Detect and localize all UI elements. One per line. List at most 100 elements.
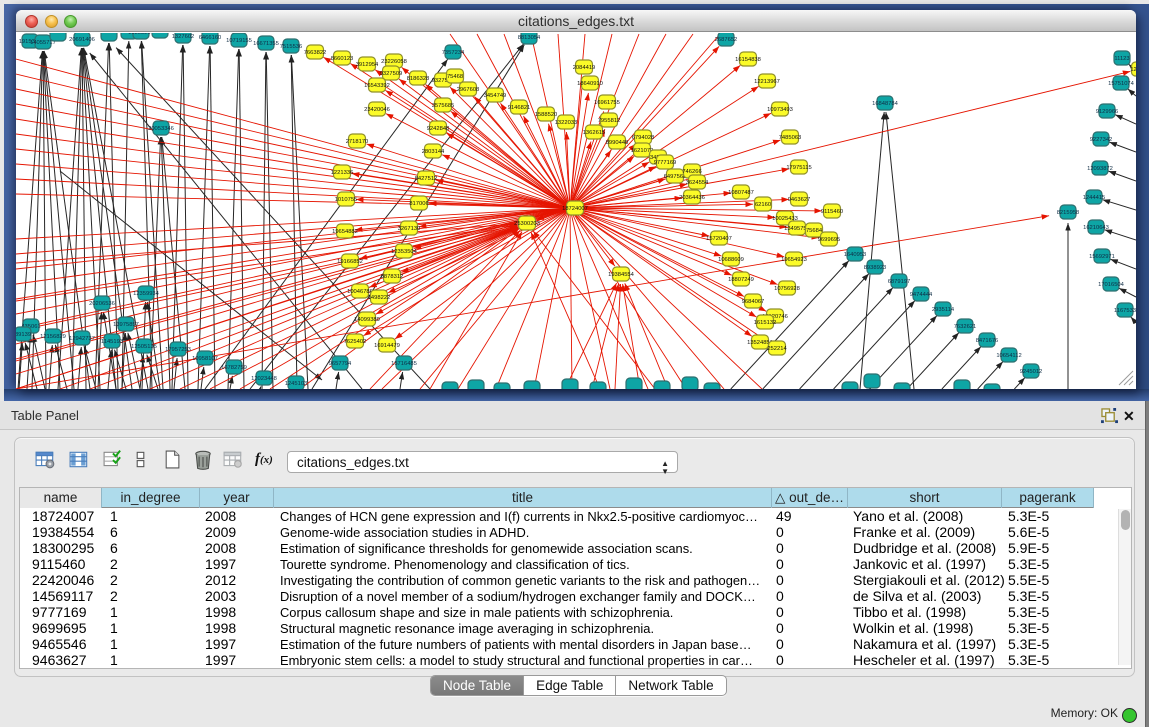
svg-text:9227342: 9227342 bbox=[1090, 137, 1113, 143]
svg-text:8215958: 8215958 bbox=[1057, 210, 1080, 216]
svg-text:7357234: 7357234 bbox=[442, 50, 465, 56]
svg-text:10973493: 10973493 bbox=[767, 107, 793, 113]
svg-text:19384554: 19384554 bbox=[608, 272, 635, 278]
svg-text:9657794: 9657794 bbox=[329, 361, 352, 367]
svg-text:12156829: 12156829 bbox=[40, 334, 66, 340]
svg-text:9129966: 9129966 bbox=[1096, 109, 1119, 115]
svg-text:2718170: 2718170 bbox=[346, 139, 369, 145]
svg-text:15751074: 15751074 bbox=[1108, 81, 1135, 87]
svg-text:9146821: 9146821 bbox=[508, 105, 531, 111]
svg-text:15692971: 15692971 bbox=[1089, 254, 1115, 260]
svg-text:11123: 11123 bbox=[1114, 56, 1129, 62]
svg-text:1167533: 1167533 bbox=[1114, 308, 1136, 314]
svg-text:15720407: 15720407 bbox=[706, 236, 732, 242]
svg-text:25300203: 25300203 bbox=[514, 221, 540, 227]
svg-text:8990448: 8990448 bbox=[606, 140, 629, 146]
svg-text:1640953: 1640953 bbox=[844, 252, 867, 258]
svg-text:16848784: 16848784 bbox=[872, 101, 899, 107]
svg-text:7632621: 7632621 bbox=[954, 324, 977, 330]
svg-text:10756928: 10756928 bbox=[774, 286, 800, 292]
svg-text:6466160: 6466160 bbox=[199, 35, 222, 41]
svg-text:9327509: 9327509 bbox=[380, 71, 403, 77]
svg-text:16961755: 16961755 bbox=[594, 100, 620, 106]
svg-text:9115460: 9115460 bbox=[821, 209, 843, 215]
svg-text:10853267: 10853267 bbox=[128, 33, 154, 36]
svg-text:1245103: 1245103 bbox=[285, 381, 308, 387]
svg-text:19654923: 19654923 bbox=[781, 257, 807, 263]
svg-text:16543392: 16543392 bbox=[364, 83, 390, 89]
svg-text:1327602: 1327602 bbox=[172, 34, 195, 40]
svg-text:17957253: 17957253 bbox=[165, 347, 191, 353]
svg-text:18807249: 18807249 bbox=[728, 277, 754, 283]
svg-text:39139: 39139 bbox=[16, 332, 31, 338]
svg-text:20053346: 20053346 bbox=[148, 126, 174, 132]
svg-text:10807487: 10807487 bbox=[728, 190, 754, 196]
svg-text:9242848: 9242848 bbox=[427, 126, 450, 132]
svg-text:7515536: 7515536 bbox=[280, 44, 303, 50]
svg-text:3267130: 3267130 bbox=[398, 226, 421, 232]
svg-text:3454749: 3454749 bbox=[484, 93, 507, 99]
svg-text:16671355: 16671355 bbox=[253, 41, 279, 47]
svg-text:9245012: 9245012 bbox=[1020, 369, 1043, 375]
svg-text:8186328: 8186328 bbox=[407, 76, 430, 82]
svg-text:17016504: 17016504 bbox=[1098, 282, 1125, 288]
svg-text:20691406: 20691406 bbox=[69, 37, 95, 43]
svg-text:12023448: 12023448 bbox=[251, 376, 277, 382]
svg-text:2084419: 2084419 bbox=[573, 65, 596, 71]
svg-text:8427512: 8427512 bbox=[415, 176, 438, 182]
svg-text:16914479: 16914479 bbox=[374, 343, 400, 349]
svg-text:19654882: 19654882 bbox=[332, 229, 358, 235]
svg-text:19166852: 19166852 bbox=[337, 259, 363, 265]
svg-text:23226058: 23226058 bbox=[381, 59, 407, 65]
svg-text:8813054: 8813054 bbox=[518, 35, 541, 41]
svg-text:2687652: 2687652 bbox=[715, 37, 738, 43]
svg-text:1010755: 1010755 bbox=[335, 197, 358, 203]
svg-text:16210643: 16210643 bbox=[1083, 225, 1109, 231]
svg-text:75468: 75468 bbox=[447, 74, 463, 80]
svg-text:75684: 75684 bbox=[806, 228, 823, 234]
svg-text:3624554: 3624554 bbox=[686, 180, 709, 186]
svg-text:17975115: 17975115 bbox=[786, 165, 811, 171]
svg-text:13975857: 13975857 bbox=[113, 322, 139, 328]
svg-text:1145193: 1145193 bbox=[101, 339, 123, 345]
svg-text:9684067: 9684067 bbox=[742, 299, 765, 305]
svg-text:10654112: 10654112 bbox=[996, 353, 1021, 359]
svg-text:18640910: 18640910 bbox=[577, 81, 603, 87]
svg-text:746266: 746266 bbox=[682, 169, 701, 175]
svg-text:12093872: 12093872 bbox=[1087, 166, 1113, 172]
svg-text:8660123: 8660123 bbox=[331, 56, 354, 62]
svg-text:1322033: 1322033 bbox=[555, 120, 578, 126]
svg-text:7625402: 7625402 bbox=[344, 339, 367, 345]
svg-text:9474444: 9474444 bbox=[910, 292, 933, 298]
svg-text:1244415: 1244415 bbox=[1083, 195, 1106, 201]
svg-text:8878312: 8878312 bbox=[381, 274, 404, 280]
svg-text:7955812: 7955812 bbox=[598, 118, 621, 124]
svg-text:20206536: 20206536 bbox=[89, 301, 115, 307]
svg-text:62160: 62160 bbox=[755, 202, 771, 208]
svg-text:6879197: 6879197 bbox=[888, 279, 911, 285]
svg-text:10719155: 10719155 bbox=[226, 38, 252, 44]
svg-text:8938923: 8938923 bbox=[864, 265, 887, 271]
svg-text:1362615: 1362615 bbox=[583, 130, 606, 136]
svg-text:1498222: 1498222 bbox=[368, 295, 391, 301]
svg-text:2967608: 2967608 bbox=[457, 87, 480, 93]
svg-text:16782759: 16782759 bbox=[221, 365, 247, 371]
svg-text:7663822: 7663822 bbox=[304, 50, 327, 56]
svg-text:2935114: 2935114 bbox=[932, 307, 955, 313]
svg-text:12505135: 12505135 bbox=[131, 344, 157, 350]
svg-text:7485063: 7485063 bbox=[779, 135, 802, 141]
svg-text:16154838: 16154838 bbox=[735, 57, 761, 63]
svg-text:12213967: 12213967 bbox=[754, 79, 780, 85]
svg-text:18724007: 18724007 bbox=[562, 206, 588, 212]
svg-text:9463627: 9463627 bbox=[788, 197, 811, 203]
svg-text:23420046: 23420046 bbox=[364, 107, 390, 113]
svg-text:1588520: 1588520 bbox=[535, 112, 558, 118]
svg-text:15716485: 15716485 bbox=[391, 361, 417, 367]
svg-text:8471676: 8471676 bbox=[976, 338, 999, 344]
svg-text:817006: 817006 bbox=[409, 201, 428, 207]
svg-text:12942737: 12942737 bbox=[69, 336, 95, 342]
svg-text:252214: 252214 bbox=[767, 346, 787, 352]
svg-text:3912954: 3912954 bbox=[356, 62, 379, 68]
svg-text:2803144: 2803144 bbox=[422, 149, 445, 155]
svg-text:9777169: 9777169 bbox=[654, 160, 677, 166]
